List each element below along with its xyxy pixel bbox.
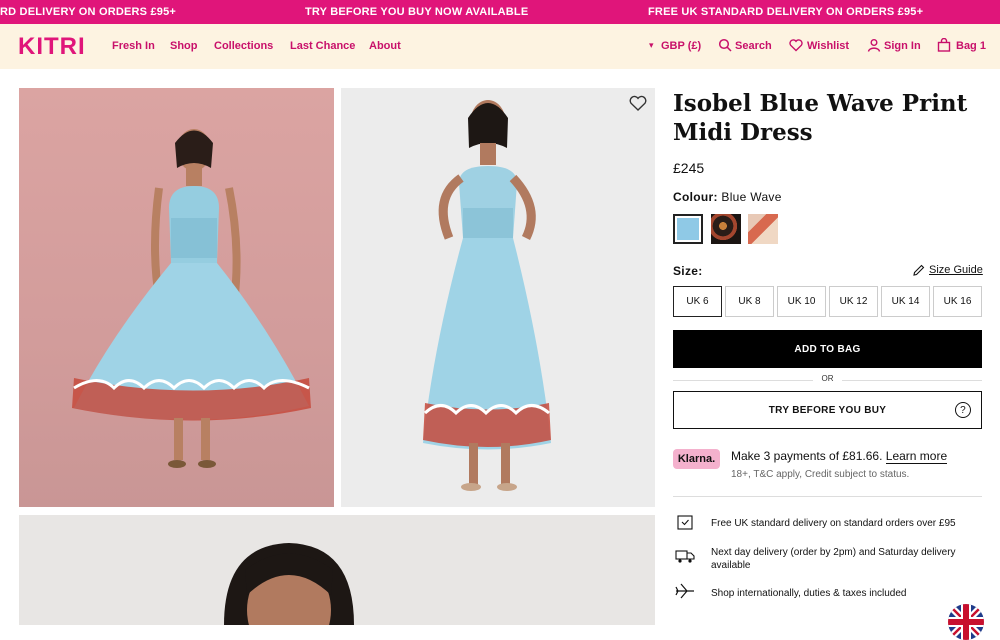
- promo-left: RD DELIVERY ON ORDERS £95+: [0, 6, 177, 18]
- pencil-icon: [913, 264, 925, 276]
- product-image-2[interactable]: [341, 88, 655, 507]
- currency-selector[interactable]: GBP (£): [661, 40, 701, 52]
- size-uk-8[interactable]: UK 8: [725, 286, 774, 317]
- klarna-disclaimer: 18+, T&C apply, Credit subject to status…: [731, 469, 910, 480]
- size-uk-16[interactable]: UK 16: [933, 286, 982, 317]
- klarna-logo: Klarna.: [673, 449, 720, 469]
- klarna-learn-more-link[interactable]: Learn more: [885, 449, 948, 464]
- airplane-icon: [675, 583, 694, 599]
- try-before-label: TRY BEFORE YOU BUY: [768, 404, 887, 416]
- product-price: £245: [673, 160, 705, 176]
- nav-collections[interactable]: Collections: [214, 40, 273, 52]
- colour-label: Colour: Blue Wave: [673, 190, 782, 204]
- divider: [673, 496, 982, 497]
- header-nav: KITRI Fresh In Shop Collections Last Cha…: [0, 24, 1000, 69]
- uk-flag-icon[interactable]: [948, 604, 984, 640]
- info-international: Shop internationally, duties & taxes inc…: [711, 588, 907, 599]
- size-uk-6[interactable]: UK 6: [673, 286, 722, 317]
- heart-icon[interactable]: [789, 38, 803, 52]
- info-free-delivery: Free UK standard delivery on standard or…: [711, 518, 956, 529]
- klarna-message: Make 3 payments of £81.66. Learn more: [731, 449, 948, 464]
- swatch-dark-floral[interactable]: [711, 214, 741, 244]
- try-before-you-buy-button[interactable]: TRY BEFORE YOU BUY ?: [673, 391, 982, 429]
- search-icon[interactable]: [718, 38, 732, 52]
- promo-bar: RD DELIVERY ON ORDERS £95+ TRY BEFORE YO…: [0, 0, 1000, 24]
- promo-center: TRY BEFORE YOU BUY NOW AVAILABLE: [305, 6, 529, 18]
- wishlist-link[interactable]: Wishlist: [807, 40, 849, 52]
- search-link[interactable]: Search: [735, 40, 772, 52]
- model-figure-1: [72, 129, 311, 468]
- delivery-truck-icon: [675, 550, 695, 563]
- product-image-1[interactable]: [19, 88, 334, 507]
- model-figure-2: [423, 100, 551, 491]
- size-guide-label: Size Guide: [929, 264, 983, 276]
- nav-fresh-in[interactable]: Fresh In: [112, 40, 155, 52]
- nav-about[interactable]: About: [369, 40, 401, 52]
- size-uk-12[interactable]: UK 12: [829, 286, 878, 317]
- user-icon[interactable]: [867, 38, 881, 52]
- nav-last-chance[interactable]: Last Chance: [290, 40, 355, 52]
- size-guide-link[interactable]: Size Guide: [913, 264, 983, 276]
- product-title: Isobel Blue Wave Print Midi Dress: [673, 90, 968, 146]
- logo[interactable]: KITRI: [18, 33, 86, 61]
- model-portrait: [224, 543, 354, 625]
- info-next-day: Next day delivery (order by 2pm) and Sat…: [711, 547, 956, 571]
- product-image-3[interactable]: [19, 515, 655, 625]
- add-to-bag-button[interactable]: ADD TO BAG: [673, 330, 982, 368]
- size-uk-14[interactable]: UK 14: [881, 286, 930, 317]
- or-divider: OR: [673, 374, 982, 386]
- delivery-box-icon: [677, 515, 693, 530]
- size-uk-10[interactable]: UK 10: [777, 286, 826, 317]
- swatch-blue-wave[interactable]: [673, 214, 703, 244]
- help-question-icon[interactable]: ?: [955, 402, 971, 418]
- swatch-pink-print[interactable]: [748, 214, 778, 244]
- chevron-down-icon: ▾: [649, 40, 654, 50]
- bag-link[interactable]: Bag 1: [956, 40, 986, 52]
- add-to-wishlist-heart-icon[interactable]: [629, 94, 647, 112]
- size-label: Size:: [673, 264, 703, 278]
- colour-value: Blue Wave: [721, 190, 782, 204]
- promo-right: FREE UK STANDARD DELIVERY ON ORDERS £95+: [648, 6, 924, 18]
- signin-link[interactable]: Sign In: [884, 40, 921, 52]
- bag-icon[interactable]: [937, 38, 951, 52]
- nav-shop[interactable]: Shop: [170, 40, 198, 52]
